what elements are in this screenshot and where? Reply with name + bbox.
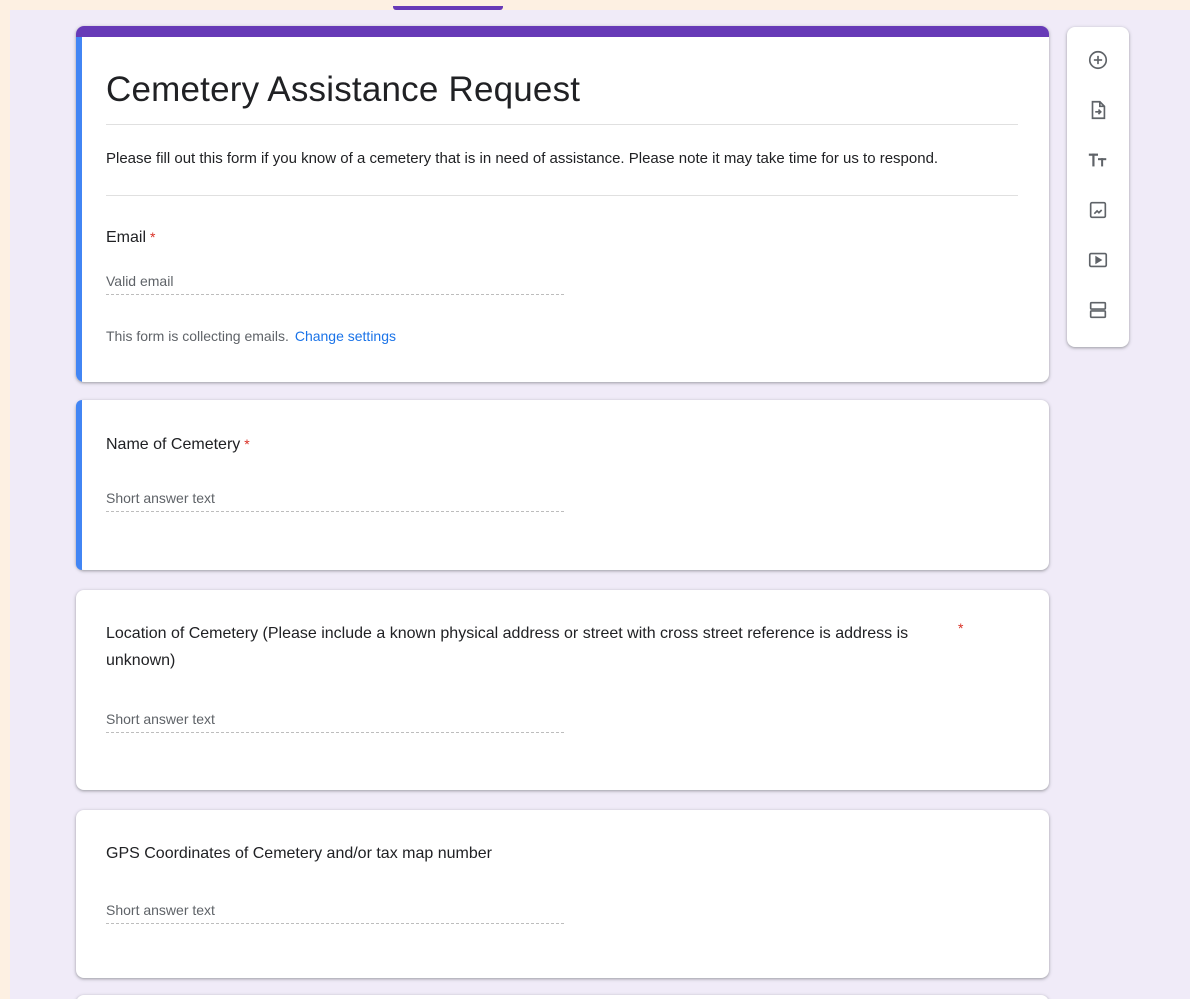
email-label-text: Email (106, 229, 147, 246)
question-card-next[interactable] (76, 995, 1049, 999)
add-video-icon (1088, 252, 1108, 268)
question-label-text: Location of Cemetery (Please include a k… (106, 625, 909, 669)
email-label: Email * (106, 224, 155, 251)
change-settings-link[interactable]: Change settings (295, 328, 396, 344)
email-field[interactable] (106, 267, 564, 295)
add-section-icon (1089, 301, 1107, 319)
question-card-location-of-cemetery[interactable]: Location of Cemetery (Please include a k… (76, 590, 1049, 790)
required-asterisk: * (150, 229, 156, 245)
import-questions-icon (1091, 100, 1106, 120)
question-label-text: GPS Coordinates of Cemetery and/or tax m… (106, 845, 492, 862)
required-asterisk: * (244, 436, 250, 452)
header-color-band (76, 26, 1049, 37)
question-label: GPS Coordinates of Cemetery and/or tax m… (106, 840, 492, 867)
collecting-emails-text: This form is collecting emails. (106, 328, 289, 344)
form-description[interactable]: Please fill out this form if you know of… (106, 146, 1006, 171)
add-title-icon (1088, 153, 1107, 167)
title-divider (106, 124, 1018, 125)
side-toolbar (1067, 27, 1129, 347)
collecting-emails-note: This form is collecting emails. Change se… (106, 328, 396, 344)
required-asterisk: * (958, 620, 964, 636)
import-questions-button[interactable] (1082, 94, 1114, 126)
short-answer-input[interactable] (106, 484, 564, 512)
active-tab-indicator (393, 6, 503, 10)
add-section-button[interactable] (1082, 294, 1114, 326)
form-header-card[interactable]: Cemetery Assistance Request Please fill … (76, 26, 1049, 382)
question-card-gps-coordinates[interactable]: GPS Coordinates of Cemetery and/or tax m… (76, 810, 1049, 978)
add-video-button[interactable] (1082, 244, 1114, 276)
add-image-icon (1089, 201, 1107, 219)
add-question-icon (1088, 50, 1108, 70)
question-card-name-of-cemetery[interactable]: Name of Cemetery * (76, 400, 1049, 570)
description-divider (106, 195, 1018, 196)
add-image-button[interactable] (1082, 194, 1114, 226)
add-title-button[interactable] (1082, 144, 1114, 176)
form-title[interactable]: Cemetery Assistance Request (106, 70, 580, 110)
question-label-text: Name of Cemetery (106, 436, 241, 453)
short-answer-input[interactable] (106, 896, 564, 924)
question-label: Name of Cemetery * (106, 431, 250, 458)
add-question-button[interactable] (1082, 44, 1114, 76)
short-answer-input[interactable] (106, 705, 564, 733)
question-label: Location of Cemetery (Please include a k… (106, 620, 926, 674)
